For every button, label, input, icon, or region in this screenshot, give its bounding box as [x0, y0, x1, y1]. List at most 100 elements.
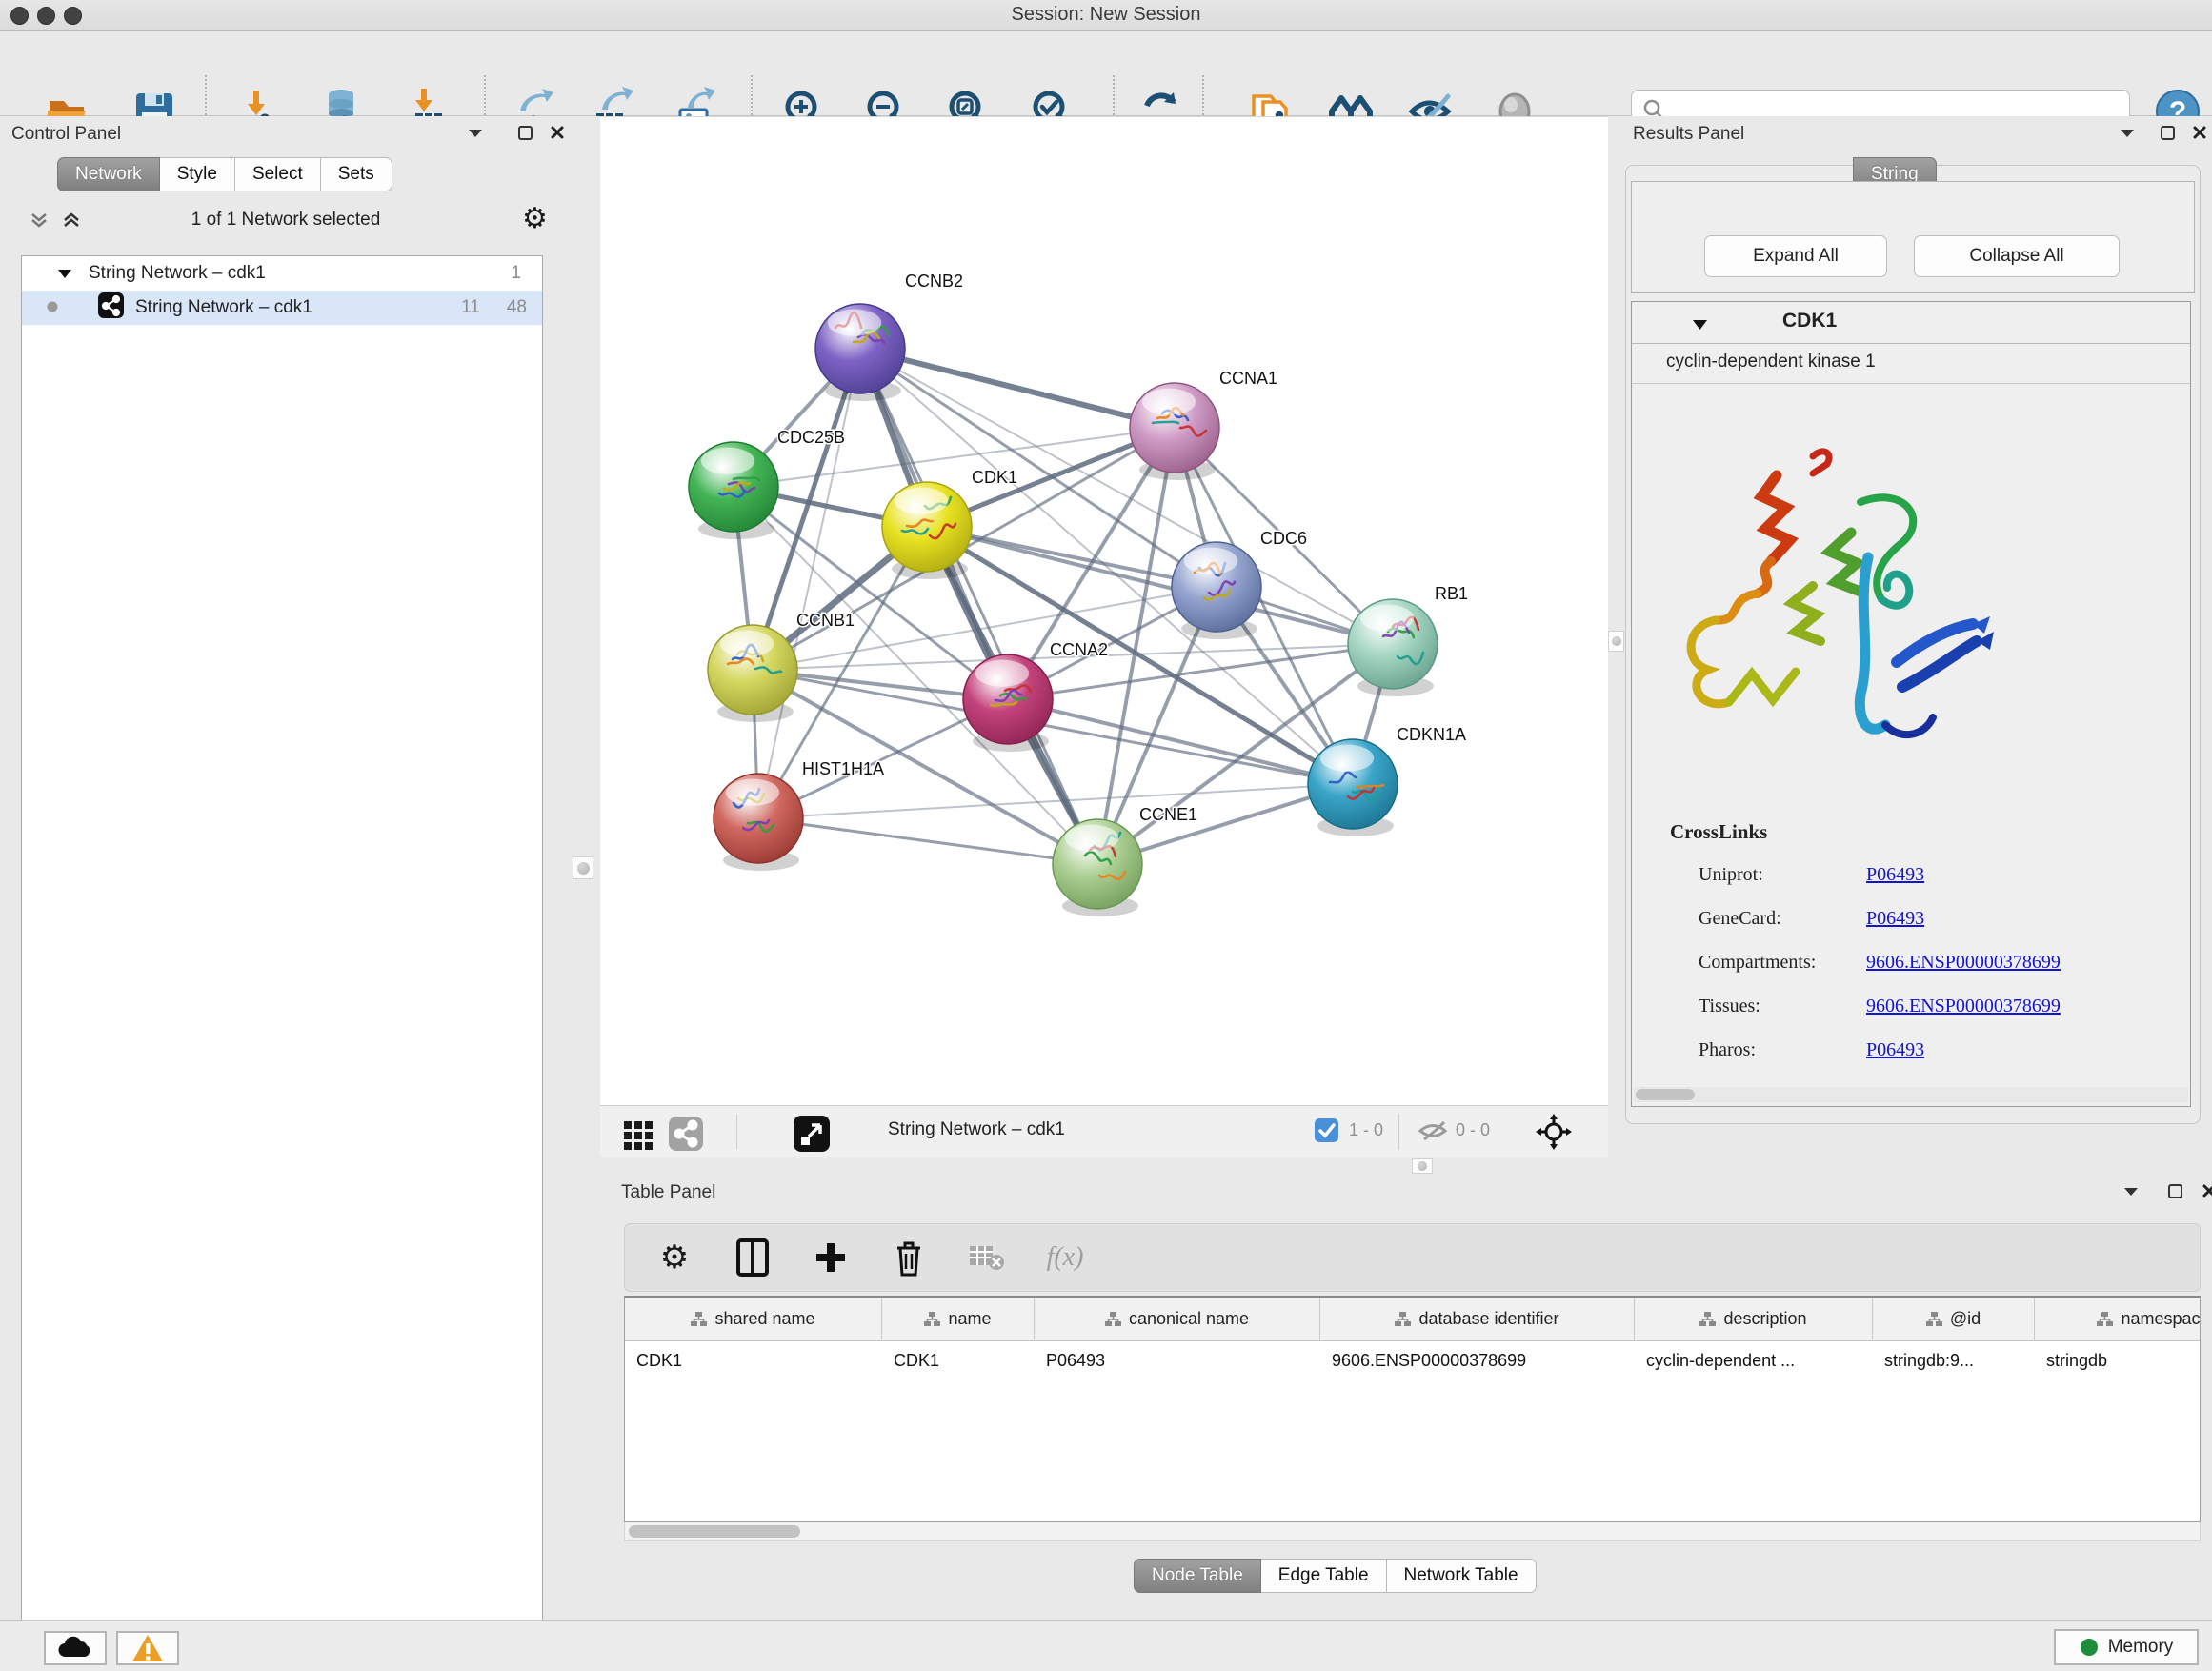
- right-splitter-handle[interactable]: [1608, 631, 1624, 652]
- table-cell[interactable]: P06493: [1035, 1341, 1320, 1379]
- function-builder-icon[interactable]: f(x): [1044, 1237, 1086, 1278]
- entry-description: cyclin-dependent kinase 1: [1666, 352, 1876, 372]
- fit-content-crosshair-icon[interactable]: [1536, 1114, 1572, 1155]
- collapse-panel-icon[interactable]: [463, 120, 488, 145]
- delete-table-icon[interactable]: [966, 1237, 1008, 1278]
- results-panel-title: Results Panel: [1633, 124, 1744, 145]
- network-canvas[interactable]: CCNB2CCNA1CDC25BCDK1CDC6RB1CCNB1CCNA2CDK…: [600, 116, 1608, 1105]
- create-column-icon[interactable]: [810, 1237, 852, 1278]
- crosslink-link[interactable]: P06493: [1866, 864, 1924, 886]
- table-cell[interactable]: stringdb:9...: [1873, 1341, 2035, 1379]
- statusbar-separator: [1398, 1114, 1399, 1150]
- table-horizontal-scrollbar[interactable]: [624, 1522, 2201, 1541]
- node-CDK1[interactable]: [882, 482, 972, 579]
- collapse-all-button[interactable]: Collapse All: [1914, 235, 2120, 277]
- tab-sets[interactable]: Sets: [321, 157, 392, 191]
- node-CDKN1A[interactable]: [1308, 739, 1398, 836]
- node-label-CCNB2: CCNB2: [905, 272, 963, 291]
- close-panel-icon[interactable]: [2187, 120, 2212, 145]
- collapse-panel-icon[interactable]: [2115, 120, 2140, 145]
- table-cell[interactable]: 9606.ENSP00000378699: [1320, 1341, 1635, 1379]
- close-panel-icon[interactable]: [2197, 1178, 2212, 1203]
- column-header-name[interactable]: name: [882, 1298, 1035, 1340]
- selected-checkbox-icon[interactable]: [1315, 1118, 1338, 1147]
- birds-eye-view-icon[interactable]: [791, 1113, 833, 1155]
- node-HIST1H1A[interactable]: [714, 774, 803, 871]
- node-CCNE1[interactable]: [1053, 819, 1142, 916]
- network-graph-svg[interactable]: CCNB2CCNA1CDC25BCDK1CDC6RB1CCNB1CCNA2CDK…: [600, 117, 1608, 1106]
- table-cell[interactable]: stringdb: [2035, 1341, 2201, 1379]
- cloud-button[interactable]: [44, 1631, 107, 1665]
- node-CCNA1[interactable]: [1130, 383, 1219, 480]
- results-buttons-box: Expand All Collapse All: [1631, 181, 2195, 293]
- control-panel-tabs: NetworkStyleSelectSets: [57, 157, 392, 191]
- table-row[interactable]: CDK1CDK1P064939606.ENSP00000378699cyclin…: [625, 1341, 2200, 1379]
- network-row[interactable]: String Network – cdk1 11 48: [22, 291, 542, 325]
- crosslink-label: GeneCard:: [1699, 908, 1781, 929]
- network-selection-status: 1 of 1 Network selected: [95, 210, 476, 231]
- node-label-CCNA2: CCNA2: [1050, 640, 1108, 659]
- tab-style[interactable]: Style: [160, 157, 235, 191]
- network-options-gear-icon[interactable]: ⚙: [522, 202, 548, 235]
- entry-header[interactable]: CDK1: [1632, 302, 2190, 344]
- node-CDC6[interactable]: [1172, 542, 1261, 639]
- delete-column-icon[interactable]: [888, 1237, 930, 1278]
- column-header-database-identifier[interactable]: database identifier: [1320, 1298, 1635, 1340]
- hidden-eye-icon[interactable]: [1418, 1118, 1448, 1148]
- column-header-canonical-name[interactable]: canonical name: [1035, 1298, 1320, 1340]
- column-header-id[interactable]: @id: [1873, 1298, 2035, 1340]
- tab-network-table[interactable]: Network Table: [1387, 1559, 1537, 1593]
- crosslink-link[interactable]: 9606.ENSP00000378699: [1866, 952, 2061, 974]
- float-panel-icon[interactable]: [2162, 1178, 2187, 1203]
- crosslink-link[interactable]: 9606.ENSP00000378699: [1866, 996, 2061, 1017]
- node-RB1[interactable]: [1348, 599, 1438, 696]
- show-columns-icon[interactable]: [732, 1237, 774, 1278]
- collapse-panel-icon[interactable]: [2119, 1178, 2143, 1203]
- grid-view-icon[interactable]: [617, 1115, 659, 1157]
- node-CCNA2[interactable]: [963, 654, 1053, 752]
- table-cell[interactable]: CDK1: [625, 1341, 882, 1379]
- entry-scrollbar-thumb[interactable]: [1636, 1089, 1695, 1100]
- horizontal-splitter[interactable]: [600, 1157, 2212, 1176]
- table-cell[interactable]: CDK1: [882, 1341, 1035, 1379]
- entry-gene-symbol: CDK1: [1782, 310, 1837, 332]
- node-CDC25B[interactable]: [689, 442, 778, 539]
- table-cell[interactable]: cyclin-dependent ...: [1635, 1341, 1873, 1379]
- column-header-shared-name[interactable]: shared name: [625, 1298, 882, 1340]
- network-collection-row[interactable]: String Network – cdk1 1: [22, 256, 542, 291]
- expand-all-button[interactable]: Expand All: [1704, 235, 1887, 277]
- expand-all-networks-icon[interactable]: [59, 208, 84, 232]
- entry-expander-icon[interactable]: [1693, 317, 1707, 334]
- results-panel: Results Panel String Expand All Collapse…: [1625, 116, 2212, 1157]
- column-header-description[interactable]: description: [1635, 1298, 1873, 1340]
- left-splitter-handle[interactable]: [573, 856, 593, 879]
- table-options-gear-icon[interactable]: ⚙: [654, 1237, 695, 1278]
- node-label-CCNA1: CCNA1: [1219, 369, 1277, 388]
- edge-HIST1H1A-CCNE1[interactable]: [758, 818, 1097, 864]
- entry-scrollbar[interactable]: [1634, 1087, 2188, 1102]
- memory-button[interactable]: Memory: [2054, 1629, 2199, 1665]
- float-panel-icon[interactable]: [513, 120, 537, 145]
- node-CCNB1[interactable]: [708, 625, 797, 722]
- network-edge-count: 48: [507, 297, 527, 318]
- view-network-icon[interactable]: [665, 1113, 707, 1155]
- edge-CCNB2-CCNA1[interactable]: [860, 349, 1175, 428]
- tree-expander-icon[interactable]: [58, 263, 71, 284]
- crosslink-link[interactable]: P06493: [1866, 908, 1924, 930]
- column-header-namespace[interactable]: namespace: [2035, 1298, 2201, 1340]
- right-splitter[interactable]: [1608, 116, 1625, 1157]
- tab-network[interactable]: Network: [57, 157, 160, 191]
- node-table: shared namenamecanonical namedatabase id…: [624, 1296, 2201, 1522]
- edge-CCNB2-HIST1H1A[interactable]: [758, 349, 860, 818]
- tab-node-table[interactable]: Node Table: [1134, 1559, 1261, 1593]
- left-splitter[interactable]: [564, 116, 600, 1620]
- tab-edge-table[interactable]: Edge Table: [1261, 1559, 1387, 1593]
- collapse-all-networks-icon[interactable]: [27, 208, 51, 232]
- float-panel-icon[interactable]: [2155, 120, 2180, 145]
- crosslink-link[interactable]: P06493: [1866, 1039, 1924, 1061]
- warning-button[interactable]: [116, 1631, 179, 1665]
- tab-select[interactable]: Select: [235, 157, 321, 191]
- node-CCNB2[interactable]: [815, 304, 905, 401]
- table-scrollbar-thumb[interactable]: [629, 1525, 800, 1538]
- horizontal-splitter-handle[interactable]: [1412, 1158, 1433, 1174]
